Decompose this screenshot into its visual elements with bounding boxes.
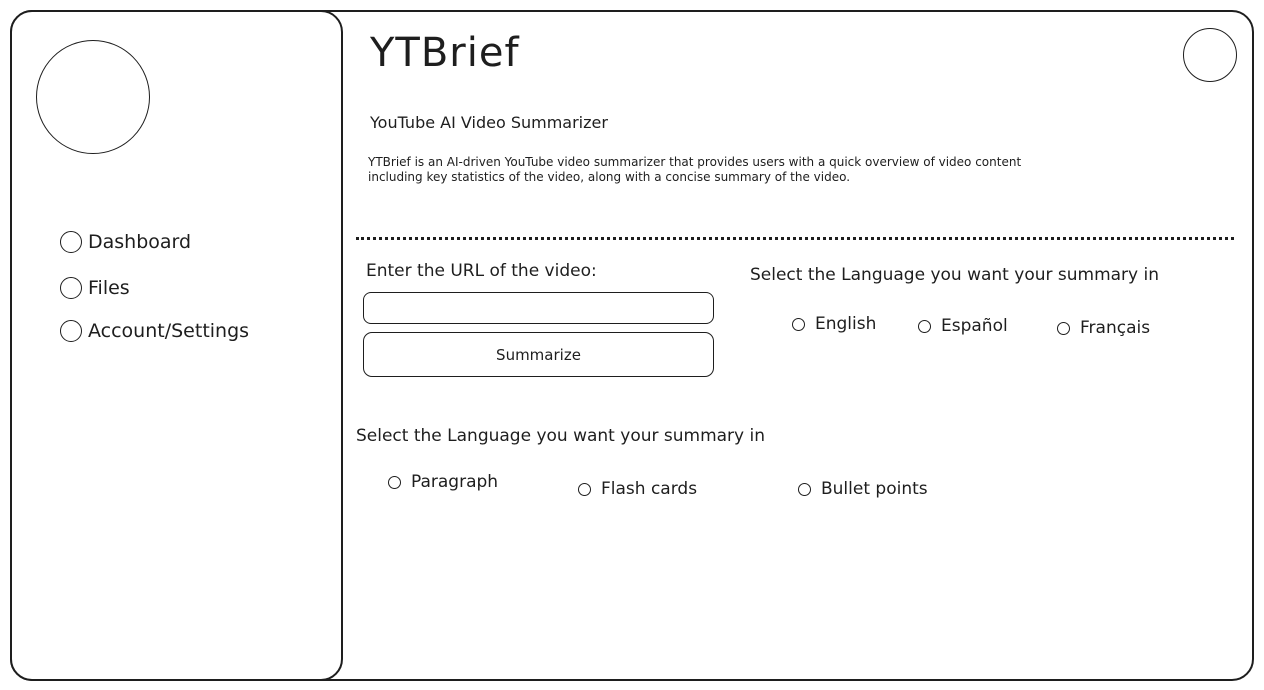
radio-icon[interactable] <box>60 320 82 342</box>
user-avatar[interactable] <box>1183 28 1237 82</box>
format-option-bullet-points[interactable]: Bullet points <box>798 479 928 499</box>
sidebar-item-label: Files <box>88 277 130 299</box>
sidebar-item-files[interactable]: Files <box>60 277 130 299</box>
app-description: YTBrief is an AI-driven YouTube video su… <box>368 155 1022 184</box>
radio-icon[interactable] <box>792 317 805 331</box>
format-option-label: Paragraph <box>411 472 499 492</box>
language-option-english[interactable]: English <box>792 314 876 334</box>
language-option-label: Français <box>1080 318 1151 338</box>
radio-icon[interactable] <box>578 482 591 496</box>
format-option-label: Flash cards <box>601 479 698 499</box>
sidebar-item-dashboard[interactable]: Dashboard <box>60 231 191 253</box>
sidebar-item-label: Account/Settings <box>88 320 250 342</box>
format-option-paragraph[interactable]: Paragraph <box>388 472 498 492</box>
language-option-label: English <box>815 314 877 334</box>
summarize-button[interactable]: Summarize <box>363 332 714 377</box>
radio-icon[interactable] <box>798 482 811 496</box>
sidebar-avatar[interactable] <box>36 40 150 154</box>
video-url-input[interactable] <box>363 292 714 324</box>
language-option-espanol[interactable]: Español <box>918 316 1008 336</box>
radio-icon[interactable] <box>60 277 82 299</box>
language-option-francais[interactable]: Français <box>1057 318 1150 338</box>
format-option-label: Bullet points <box>821 479 928 499</box>
sidebar-item-account-settings[interactable]: Account/Settings <box>60 320 249 342</box>
url-label: Enter the URL of the video: <box>366 261 597 281</box>
radio-icon[interactable] <box>918 319 931 333</box>
language-label: Select the Language you want your summar… <box>750 265 1160 285</box>
radio-icon[interactable] <box>1057 321 1070 335</box>
radio-icon[interactable] <box>388 475 401 489</box>
page-subtitle: YouTube AI Video Summarizer <box>370 113 608 132</box>
page-title: YTBrief <box>370 30 520 76</box>
radio-icon[interactable] <box>60 231 82 253</box>
sidebar-item-label: Dashboard <box>88 231 192 253</box>
format-option-flash-cards[interactable]: Flash cards <box>578 479 697 499</box>
format-label: Select the Language you want your summar… <box>356 426 766 446</box>
language-option-label: Español <box>941 316 1008 336</box>
section-divider <box>356 237 1234 240</box>
